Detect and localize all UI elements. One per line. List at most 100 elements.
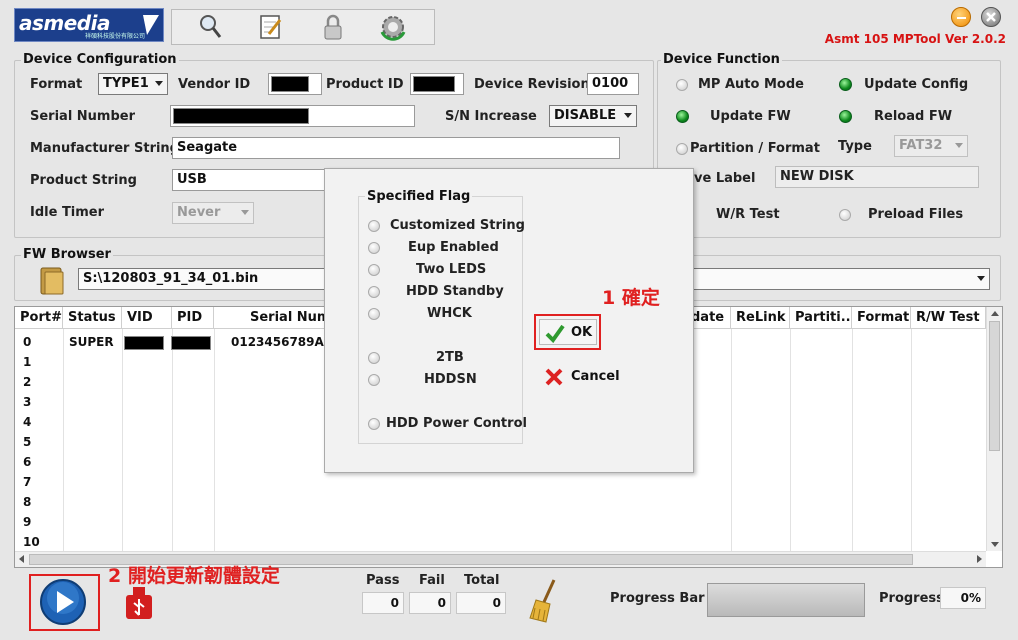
table-row-port[interactable]: 5 (23, 435, 31, 449)
progress-bar-label: Progress Bar (610, 591, 705, 606)
preload-files-radio[interactable] (839, 209, 851, 221)
redacted-block (271, 76, 309, 92)
table-row-port[interactable]: 9 (23, 515, 31, 529)
sn-increase-select[interactable]: DISABLE (549, 105, 637, 127)
column-header-serial[interactable]: Serial Numb (214, 307, 326, 329)
column-divider (122, 329, 123, 551)
flag-radio[interactable] (368, 242, 380, 254)
update-config-led[interactable] (839, 78, 852, 91)
type-select-value: FAT32 (899, 138, 943, 153)
flag-radio[interactable] (368, 374, 380, 386)
column-divider (214, 329, 215, 551)
gear-refresh-icon[interactable] (378, 12, 408, 42)
device-function-title: Device Function (661, 52, 782, 67)
edit-notepad-icon[interactable] (256, 12, 286, 42)
wr-test-label: W/R Test (716, 207, 780, 222)
partition-format-radio[interactable] (676, 143, 688, 155)
table-row-port[interactable]: 2 (23, 375, 31, 389)
broom-icon[interactable] (526, 578, 562, 624)
format-select[interactable]: TYPE1 (98, 73, 168, 95)
cancel-label: Cancel (571, 369, 620, 384)
column-divider (172, 329, 173, 551)
flag-radio[interactable] (368, 418, 380, 430)
table-row-port[interactable]: 7 (23, 475, 31, 489)
column-header-status[interactable]: Status (63, 307, 122, 329)
flag-label: Eup Enabled (408, 240, 499, 255)
flag-radio[interactable] (368, 264, 380, 276)
flag-label: HDD Power Control (386, 416, 527, 431)
lock-icon[interactable] (318, 12, 348, 42)
redacted-block (413, 76, 455, 92)
logo-mark-icon (143, 15, 159, 35)
table-row-port[interactable]: 3 (23, 395, 31, 409)
reload-fw-label: Reload FW (874, 109, 953, 124)
folder-icon[interactable] (38, 264, 66, 300)
column-header-rw-test[interactable]: R/W Test (911, 307, 986, 329)
scroll-down-icon[interactable] (991, 542, 999, 547)
manufacturer-string-label: Manufacturer String (30, 141, 179, 156)
vendor-id-field[interactable] (268, 73, 322, 95)
logo-subtitle: 祥碩科技股份有限公司 (85, 33, 146, 40)
manufacturer-string-field[interactable]: Seagate (172, 137, 620, 159)
device-revision-field[interactable]: 0100 (587, 73, 639, 95)
check-icon (545, 324, 565, 343)
toolbar (171, 9, 435, 45)
mp-auto-mode-label: MP Auto Mode (698, 77, 804, 92)
type-select[interactable]: FAT32 (894, 135, 968, 157)
vendor-id-label: Vendor ID (178, 77, 251, 92)
serial-number-field[interactable] (170, 105, 415, 127)
scroll-right-icon[interactable] (977, 555, 982, 563)
table-row-port[interactable]: 0 (23, 335, 31, 349)
asmedia-logo: asmedia 祥碩科技股份有限公司 (14, 8, 164, 42)
flag-radio[interactable] (368, 352, 380, 364)
vertical-scroll-thumb[interactable] (989, 321, 1000, 451)
ok-button[interactable]: OK (539, 319, 597, 345)
scroll-up-icon[interactable] (991, 311, 999, 316)
scroll-left-icon[interactable] (19, 555, 24, 563)
volume-label-label: ve Label (694, 171, 756, 186)
column-header-pid[interactable]: PID (172, 307, 214, 329)
table-row-port[interactable]: 8 (23, 495, 31, 509)
volume-label-field[interactable]: NEW DISK (775, 166, 979, 188)
idle-timer-label: Idle Timer (30, 205, 105, 220)
serial-number-label: Serial Number (30, 109, 136, 124)
row0-vid-redacted (124, 336, 164, 350)
table-row-port[interactable]: 10 (23, 535, 40, 549)
product-string-field[interactable]: USB (172, 169, 328, 191)
play-icon (40, 579, 86, 625)
usb-icon[interactable] (124, 585, 154, 621)
close-icon[interactable] (981, 7, 1001, 27)
flag-radio[interactable] (368, 308, 380, 320)
update-fw-led[interactable] (676, 110, 689, 123)
device-configuration-title: Device Configuration (21, 52, 179, 67)
start-button[interactable] (39, 578, 87, 626)
annotation-start-update: 2 開始更新韌體設定 (108, 565, 280, 587)
column-divider (852, 329, 853, 551)
flag-label: Customized String (390, 218, 525, 233)
update-fw-label: Update FW (710, 109, 791, 124)
flag-radio[interactable] (368, 220, 380, 232)
minimize-icon[interactable] (951, 7, 971, 27)
redacted-block (173, 108, 309, 124)
reload-fw-led[interactable] (839, 110, 852, 123)
column-header-vid[interactable]: VID (122, 307, 172, 329)
search-icon[interactable] (196, 12, 226, 42)
mp-auto-mode-radio[interactable] (676, 79, 688, 91)
specified-flag-title: Specified Flag (365, 189, 473, 204)
pass-label: Pass (366, 573, 400, 588)
idle-timer-value: Never (177, 205, 221, 220)
type-label: Type (838, 139, 872, 154)
column-header-format[interactable]: Format (852, 307, 911, 329)
idle-timer-select[interactable]: Never (172, 202, 254, 224)
cancel-button[interactable]: Cancel (543, 365, 623, 389)
column-header-partition[interactable]: Partiti... (790, 307, 852, 329)
table-row-port[interactable]: 4 (23, 415, 31, 429)
flag-radio[interactable] (368, 286, 380, 298)
table-row-port[interactable]: 6 (23, 455, 31, 469)
column-header-relink[interactable]: ReLink (731, 307, 790, 329)
table-row-port[interactable]: 1 (23, 355, 31, 369)
vertical-scrollbar[interactable] (986, 307, 1002, 551)
column-header-port[interactable]: Port# (15, 307, 63, 329)
product-id-field[interactable] (410, 73, 464, 95)
product-string-label: Product String (30, 173, 137, 188)
